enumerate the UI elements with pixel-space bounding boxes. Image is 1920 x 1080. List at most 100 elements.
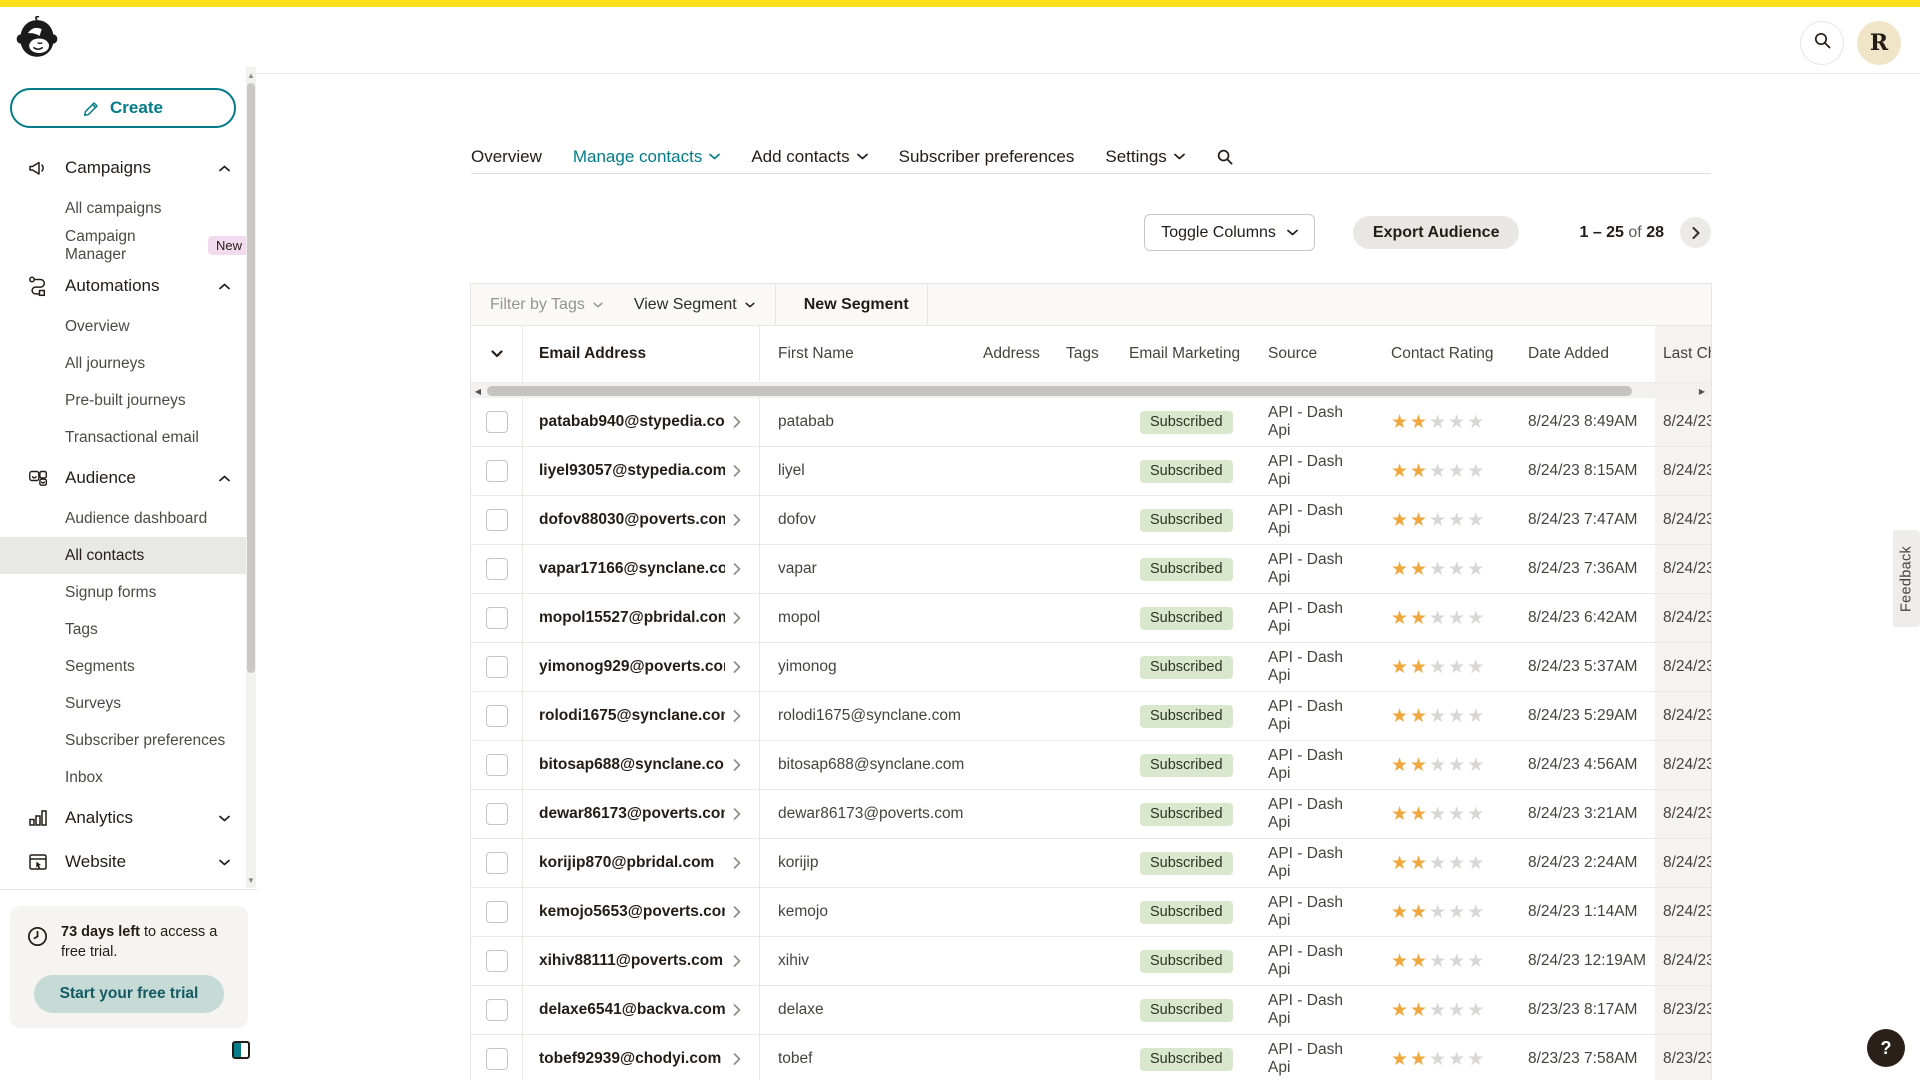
chevron-right-icon[interactable] <box>733 563 741 575</box>
sidebar-item-all-journeys[interactable]: All journeys <box>0 345 250 382</box>
chevron-right-icon[interactable] <box>733 416 741 428</box>
row-checkbox[interactable] <box>486 852 508 874</box>
sidebar-section-website[interactable]: Website <box>0 840 250 884</box>
chevron-right-icon[interactable] <box>733 1053 741 1065</box>
chevron-right-icon[interactable] <box>733 808 741 820</box>
column-header-last-changed[interactable]: Last Changed <box>1655 326 1711 382</box>
column-header-date-added[interactable]: Date Added <box>1502 326 1655 382</box>
sidebar-item-surveys[interactable]: Surveys <box>0 685 250 722</box>
sidebar-item-subscriber-preferences[interactable]: Subscriber preferences <box>0 722 250 759</box>
row-checkbox[interactable] <box>486 558 508 580</box>
tab-add-contacts[interactable]: Add contacts <box>751 147 867 167</box>
horizontal-scrollbar-thumb[interactable] <box>487 386 1632 396</box>
chevron-right-icon[interactable] <box>733 1004 741 1016</box>
row-checkbox[interactable] <box>486 411 508 433</box>
row-checkbox[interactable] <box>486 999 508 1021</box>
star-icon: ★ <box>1467 509 1486 532</box>
sidebar-item-signup-forms[interactable]: Signup forms <box>0 574 250 611</box>
row-checkbox[interactable] <box>486 460 508 482</box>
sidebar-item-inbox[interactable]: Inbox <box>0 759 250 796</box>
sidebar-item-pre-built-journeys[interactable]: Pre-built journeys <box>0 382 250 419</box>
contact-email-link[interactable]: rolodi1675@synclane.com <box>539 707 725 725</box>
new-segment-button[interactable]: New Segment <box>776 296 927 314</box>
chevron-right-icon[interactable] <box>733 857 741 869</box>
row-checkbox[interactable] <box>486 607 508 629</box>
chevron-right-icon[interactable] <box>733 906 741 918</box>
tab-overview[interactable]: Overview <box>471 147 542 167</box>
sidebar-item-transactional-email[interactable]: Transactional email <box>0 419 250 456</box>
sidebar-item-overview[interactable]: Overview <box>0 308 250 345</box>
sidebar-item-tags[interactable]: Tags <box>0 611 250 648</box>
column-header-source[interactable]: Source <box>1248 326 1358 382</box>
contact-email-link[interactable]: yimonog929@poverts.com <box>539 658 725 676</box>
mailchimp-logo-icon[interactable] <box>15 16 59 62</box>
contact-email-link[interactable]: kemojo5653@poverts.com <box>539 903 725 921</box>
contact-email-link[interactable]: xihiv88111@poverts.com <box>539 952 723 970</box>
avatar[interactable]: R <box>1857 21 1901 65</box>
contact-email-link[interactable]: dofov88030@poverts.com <box>539 511 725 529</box>
chevron-right-icon[interactable] <box>733 955 741 967</box>
sidebar-item-audience-dashboard[interactable]: Audience dashboard <box>0 500 250 537</box>
chevron-right-icon[interactable] <box>733 465 741 477</box>
contacts-search-button[interactable] <box>1216 148 1234 166</box>
next-page-button[interactable] <box>1680 217 1711 248</box>
sidebar-item-all-contacts[interactable]: All contacts <box>0 537 250 574</box>
start-trial-button[interactable]: Start your free trial <box>34 975 224 1013</box>
star-icon: ★ <box>1429 999 1448 1022</box>
scroll-left-arrow-icon[interactable]: ◀ <box>472 383 484 399</box>
toggle-columns-button[interactable]: Toggle Columns <box>1144 214 1315 251</box>
chevron-right-icon[interactable] <box>733 612 741 624</box>
sidebar-section-campaigns[interactable]: Campaigns <box>0 146 250 190</box>
row-checkbox[interactable] <box>486 509 508 531</box>
status-badge: Subscribed <box>1140 656 1233 679</box>
column-header-contact-rating[interactable]: Contact Rating <box>1358 326 1502 382</box>
row-checkbox[interactable] <box>486 705 508 727</box>
contact-email-link[interactable]: bitosap688@synclane.com <box>539 756 725 774</box>
sidebar-section-analytics[interactable]: Analytics <box>0 796 250 840</box>
row-checkbox[interactable] <box>486 754 508 776</box>
tab-subscriber-preferences[interactable]: Subscriber preferences <box>899 147 1075 167</box>
select-all-dropdown[interactable] <box>471 326 523 382</box>
sidebar-item-campaign-manager[interactable]: Campaign ManagerNew <box>0 227 250 264</box>
chevron-right-icon[interactable] <box>733 710 741 722</box>
contact-email-link[interactable]: korijip870@pbridal.com <box>539 854 714 872</box>
column-header-email-marketing[interactable]: Email Marketing <box>1108 326 1248 382</box>
sidebar-section-audience[interactable]: Audience <box>0 456 250 500</box>
contact-email-link[interactable]: vapar17166@synclane.com <box>539 560 725 578</box>
scroll-down-arrow-icon[interactable]: ▼ <box>246 874 256 886</box>
contact-email-link[interactable]: mopol15527@pbridal.com <box>539 609 725 627</box>
tab-settings[interactable]: Settings <box>1105 147 1184 167</box>
create-button[interactable]: Create <box>10 88 236 128</box>
column-header-first-name[interactable]: First Name <box>760 326 965 382</box>
column-header-address[interactable]: Address <box>965 326 1048 382</box>
view-segment-dropdown[interactable]: View Segment <box>634 296 755 314</box>
contact-email-link[interactable]: patabab940@stypedia.com <box>539 413 725 431</box>
collapse-sidebar-icon[interactable] <box>232 1041 250 1059</box>
contact-email-link[interactable]: delaxe6541@backva.com <box>539 1001 725 1019</box>
sidebar-section-automations[interactable]: Automations <box>0 264 250 308</box>
chevron-right-icon[interactable] <box>733 661 741 673</box>
tab-manage-contacts[interactable]: Manage contacts <box>573 147 720 167</box>
global-search-button[interactable] <box>1800 21 1844 65</box>
column-header-tags[interactable]: Tags <box>1048 326 1108 382</box>
sidebar-item-segments[interactable]: Segments <box>0 648 250 685</box>
row-checkbox[interactable] <box>486 901 508 923</box>
scroll-right-arrow-icon[interactable]: ▶ <box>1696 383 1708 399</box>
row-checkbox[interactable] <box>486 656 508 678</box>
filter-by-tags-dropdown[interactable]: Filter by Tags <box>490 296 603 314</box>
row-checkbox[interactable] <box>486 1048 508 1070</box>
contact-email-link[interactable]: tobef92939@chodyi.com <box>539 1050 721 1068</box>
sidebar-scrollbar-thumb[interactable] <box>247 83 255 673</box>
sidebar-item-all-campaigns[interactable]: All campaigns <box>0 190 250 227</box>
feedback-tab[interactable]: Feedback <box>1893 530 1920 627</box>
chevron-right-icon[interactable] <box>733 759 741 771</box>
export-audience-button[interactable]: Export Audience <box>1353 216 1520 249</box>
contact-email-link[interactable]: dewar86173@poverts.com <box>539 805 725 823</box>
column-header-email[interactable]: Email Address <box>523 326 760 382</box>
row-checkbox[interactable] <box>486 803 508 825</box>
contact-email-link[interactable]: liyel93057@stypedia.com <box>539 462 725 480</box>
scroll-up-arrow-icon[interactable]: ▲ <box>246 69 256 81</box>
chevron-right-icon[interactable] <box>733 514 741 526</box>
row-checkbox[interactable] <box>486 950 508 972</box>
help-button[interactable]: ? <box>1867 1029 1905 1067</box>
